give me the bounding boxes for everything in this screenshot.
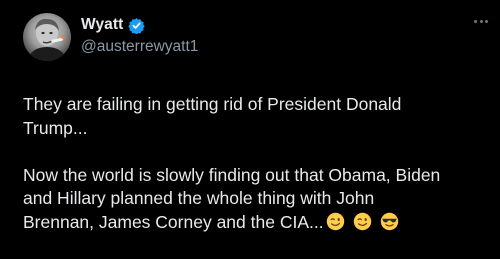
more-dot (479, 19, 483, 23)
profile-photo-icon (27, 18, 67, 61)
more-dot (485, 19, 488, 23)
tweet-line: Brennan, James Corney and the CIA... (23, 211, 324, 232)
tweet-line: Now the world is slowly finding out that… (23, 164, 441, 185)
more-dot (474, 19, 477, 23)
tweet-text: They are failing in getting rid of Presi… (23, 93, 493, 235)
author-name-row: Wyatt (81, 16, 146, 34)
avatar[interactable] (23, 13, 71, 61)
winking-face-emoji (353, 212, 371, 231)
sunglasses-face-emoji (380, 212, 398, 231)
tweet-line: They are failing in getting rid of Presi… (23, 94, 402, 114)
tweet-paragraph-2: Now the world is slowly finding out that… (23, 164, 493, 235)
display-name[interactable]: Wyatt (81, 16, 123, 34)
more-options-icon[interactable] (474, 18, 492, 24)
tweet-line: and Hillary planned the whole thing with… (23, 188, 375, 209)
winking-face-emoji (326, 212, 344, 231)
tweet-paragraph-1: They are failing in getting rid of Presi… (23, 93, 493, 140)
author-handle[interactable]: @austerrewyatt1 (81, 38, 198, 56)
verified-badge-icon (128, 17, 146, 34)
tweet-line: Trump... (23, 117, 88, 138)
